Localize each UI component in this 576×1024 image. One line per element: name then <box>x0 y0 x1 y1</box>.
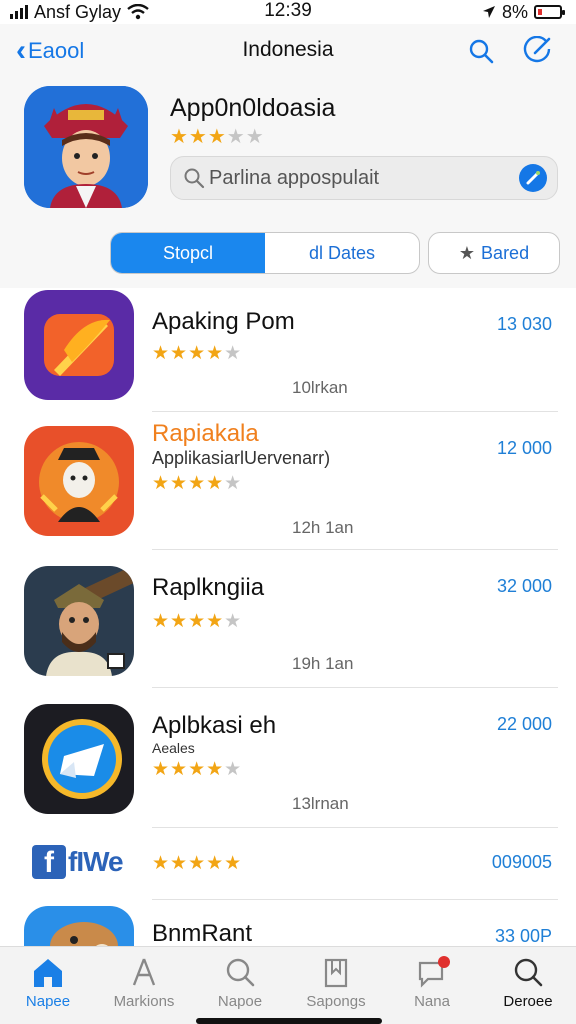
app-title: Apaking Pom <box>152 308 295 335</box>
app-icon <box>24 704 134 814</box>
app-price[interactable]: 22 000 <box>497 714 552 735</box>
list-item[interactable]: Aplbkasi eh Aeales ★★★★★ 13lrnan 22 000 <box>0 688 576 828</box>
rating-stars: ★★★★★ <box>152 853 243 874</box>
segment-stopcl[interactable]: Stopcl <box>111 233 265 273</box>
app-price[interactable]: 32 000 <box>497 576 552 597</box>
app-meta: 10lrkan <box>292 378 348 397</box>
voice-search-icon[interactable] <box>519 164 547 192</box>
explore-icon <box>132 958 156 986</box>
app-icon[interactable] <box>24 86 148 208</box>
facebook-icon: f <box>32 845 66 879</box>
app-icon <box>24 426 134 536</box>
app-subtitle: ApplikasiarlUervenarr) <box>152 448 331 468</box>
search-icon <box>514 958 543 987</box>
list-item[interactable]: f fIWe ★★★★★ 009005 <box>0 828 576 900</box>
app-name: App0n0ldoasia <box>170 94 336 122</box>
app-icon <box>24 566 134 676</box>
tab-sapongs[interactable]: Sapongs <box>288 947 384 1024</box>
segmented-control: Stopcl dl Dates <box>110 232 420 274</box>
battery-percent: 8% <box>501 1 528 22</box>
star-icon: ★ <box>458 242 476 263</box>
list-item[interactable]: BnmRant 33 00P <box>0 900 576 946</box>
app-title: Rapiakala <box>152 420 259 447</box>
app-icon <box>24 290 134 400</box>
header: ‹ Eaool Indonesia App0n0ldoasia ★★★★★ Pa… <box>0 24 576 288</box>
tab-label: Deroee <box>503 993 553 1010</box>
location-icon <box>482 6 495 18</box>
home-indicator <box>196 1018 382 1024</box>
rating-stars: ★★★★★ <box>152 759 243 780</box>
chat-icon <box>418 956 450 988</box>
tab-nana[interactable]: Nana <box>384 947 480 1024</box>
tab-label: Markions <box>113 993 175 1010</box>
list-item[interactable]: Apaking Pom ★★★★★ 10lrkan 13 030 <box>0 288 576 412</box>
app-icon <box>24 906 134 946</box>
compose-icon[interactable] <box>522 36 552 66</box>
logo-text: fIWe <box>68 846 124 877</box>
tab-label: Nana <box>414 993 450 1010</box>
search-placeholder: Parlina appospulait <box>209 166 380 189</box>
rating-stars: ★★★★★ <box>152 343 243 364</box>
tab-label: Napee <box>25 993 71 1010</box>
tab-bar: Napee Markions Napoe Sapongs Nana Deroee <box>0 946 576 1024</box>
app-price[interactable]: 13 030 <box>497 314 552 335</box>
list-item[interactable]: Rapiakala ApplikasiarlUervenarr) ★★★★★ 1… <box>0 412 576 550</box>
app-title: BnmRant <box>152 920 253 946</box>
app-subtitle: Aeales <box>152 740 195 756</box>
rating-stars: ★★★★★ <box>152 473 243 494</box>
app-meta: 13lrnan <box>292 794 349 813</box>
app-price[interactable]: 12 000 <box>497 438 552 459</box>
tab-napee[interactable]: Napee <box>0 947 96 1024</box>
fiwe-logo: f fIWe <box>32 844 124 880</box>
app-price[interactable]: 33 00P <box>495 926 552 946</box>
tab-label: Sapongs <box>306 993 366 1010</box>
list-item[interactable]: Raplkngiia ★★★★★ 19h 1an 32 000 <box>0 550 576 688</box>
rating-stars: ★★★★★ <box>152 611 243 632</box>
home-icon <box>34 959 62 987</box>
search-icon <box>226 958 255 987</box>
tab-label: Napoe <box>217 993 263 1010</box>
status-bar: Ansf Gylay 12:39 8% <box>0 0 576 24</box>
bared-label: Bared <box>481 242 530 263</box>
search-input[interactable]: Parlina appospulait <box>170 156 558 200</box>
bookmark-icon <box>324 958 348 988</box>
app-title: Aplbkasi eh <box>152 712 277 739</box>
hero-rating-stars: ★★★★★ <box>170 126 265 148</box>
segment-dates[interactable]: dl Dates <box>265 233 419 273</box>
status-right: 8% <box>482 0 565 24</box>
battery-icon <box>534 5 565 19</box>
app-title: Raplkngiia <box>152 574 265 601</box>
app-meta: 19h 1an <box>292 654 354 673</box>
search-icon[interactable] <box>466 36 496 66</box>
tab-markions[interactable]: Markions <box>96 947 192 1024</box>
app-meta: 12h 1an <box>292 518 354 537</box>
search-icon <box>184 168 205 189</box>
tab-napoe[interactable]: Napoe <box>192 947 288 1024</box>
bared-button[interactable]: ★ Bared <box>428 232 560 274</box>
app-price[interactable]: 009005 <box>492 852 552 873</box>
tab-deroee[interactable]: Deroee <box>480 947 576 1024</box>
